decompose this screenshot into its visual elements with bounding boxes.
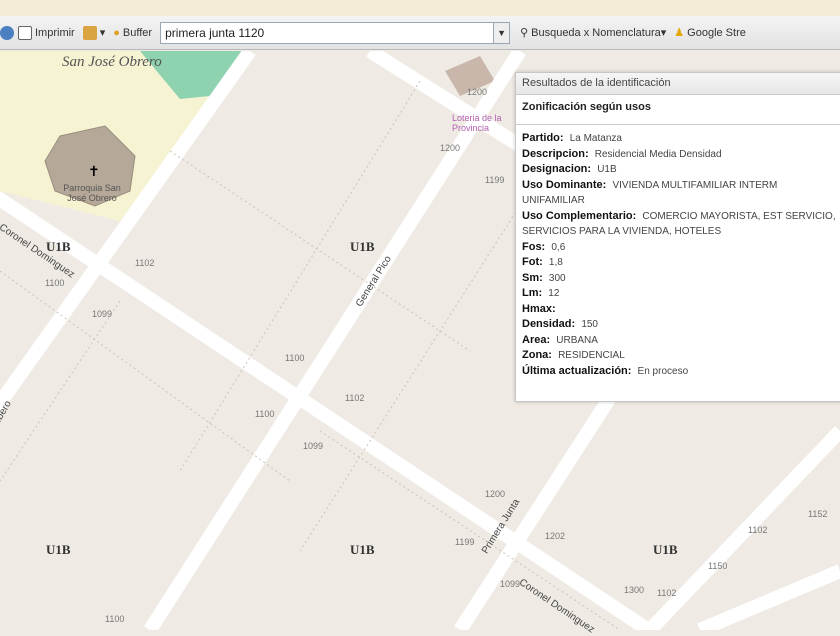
field-key: Area:: [522, 333, 551, 346]
popup-field-row: Partido: La Matanza: [522, 131, 838, 147]
popup-field-row: Zona: RESIDENCIAL: [522, 348, 838, 364]
binoculars-icon: ⚲: [520, 27, 529, 39]
popup-field-row: Fot: 1,8: [522, 255, 838, 271]
house-number: 1099: [92, 309, 113, 319]
poi-label: Loteria de la Provincia: [452, 113, 502, 133]
zone-label: U1B: [350, 542, 375, 557]
streetview-label: Google Stre: [687, 26, 746, 39]
church-label: Parroquia San José Obrero: [63, 183, 121, 203]
field-value: 12: [548, 288, 560, 299]
pegman-icon: ♟: [674, 27, 685, 39]
house-number: 1100: [45, 278, 65, 288]
house-number: 1102: [748, 525, 768, 535]
popup-field-row: Descripcion: Residencial Media Densidad: [522, 147, 838, 163]
house-number: 1099: [500, 579, 521, 589]
field-key: Última actualización:: [522, 364, 632, 377]
field-key: Zona:: [522, 349, 552, 361]
field-key: Densidad:: [522, 318, 576, 330]
house-number: 1100: [105, 614, 125, 624]
field-key: Uso Dominante:: [522, 178, 607, 191]
popup-field-row: Uso Complementario: COMERCIO MAYORISTA, …: [522, 209, 838, 240]
printer-icon: [18, 25, 32, 40]
identify-icon[interactable]: [0, 25, 14, 40]
house-number: 1200: [485, 489, 506, 499]
field-key: Designacion:: [522, 163, 592, 175]
popup-field-row: Lm: 12: [522, 286, 838, 302]
print-label: Imprimir: [35, 26, 75, 39]
field-value: La Matanza: [569, 133, 622, 144]
zone-label: U1B: [653, 542, 678, 557]
search-nomenclature-button[interactable]: ⚲ Busqueda x Nomenclatura▾: [520, 26, 666, 39]
tools-icon: [82, 25, 97, 40]
popup-body: Partido: La Matanza Descripcion: Residenc…: [516, 125, 840, 385]
house-number: 1099: [303, 441, 324, 451]
field-key: Lm:: [522, 287, 543, 299]
buffer-dropdown-button[interactable]: ▼: [494, 21, 511, 44]
print-button[interactable]: Imprimir: [18, 25, 75, 40]
house-number: 1100: [255, 409, 275, 419]
streetview-button[interactable]: ♟ Google Stre: [674, 26, 746, 40]
buffer-icon: ●: [113, 26, 120, 39]
field-value: Residencial Media Densidad: [594, 148, 722, 160]
field-value: RESIDENCIAL: [558, 350, 625, 361]
popup-field-row: Uso Dominante: VIVIENDA MULTIFAMILIAR IN…: [522, 178, 838, 209]
house-number: 1150: [708, 561, 728, 571]
popup-field-row: Area: URBANA: [522, 333, 838, 349]
popup-field-row: Designacion: U1B: [522, 162, 838, 178]
house-number: 1199: [455, 537, 475, 547]
zone-label: U1B: [46, 542, 71, 557]
cross-icon: ✝: [88, 163, 100, 179]
popup-field-row: Densidad: 150: [522, 317, 838, 333]
house-number: 1102: [345, 393, 365, 403]
field-key: Descripcion:: [522, 147, 589, 160]
field-value: 300: [548, 272, 566, 284]
identify-results-popup: Resultados de la identificación Zonifica…: [515, 72, 840, 402]
house-number: 1102: [135, 258, 155, 268]
popup-field-row: Última actualización: En proceso: [522, 364, 838, 380]
field-key: Partido:: [522, 132, 564, 144]
zone-label: U1B: [350, 239, 375, 254]
field-value: URBANA: [556, 334, 598, 346]
field-key: Uso Complementario:: [522, 209, 637, 222]
field-value: U1B: [597, 164, 617, 175]
buffer-input[interactable]: [160, 21, 495, 44]
popup-field-row: Fos: 0,6: [522, 240, 838, 256]
buffer-button[interactable]: ● Buffer: [113, 27, 152, 39]
popup-subtitle: Zonificación según usos: [516, 95, 840, 125]
field-key: Fos:: [522, 240, 546, 253]
field-value: 0,6: [551, 241, 566, 253]
top-strip: [0, 0, 840, 16]
popup-title: Resultados de la identificación: [516, 73, 840, 95]
house-number: 1200: [440, 143, 461, 153]
chevron-down-icon: ▾: [99, 27, 106, 39]
field-value: En proceso: [637, 365, 689, 377]
house-number: 1152: [808, 509, 828, 519]
buffer-label: Buffer: [122, 26, 153, 39]
house-number: 1200: [467, 87, 488, 97]
field-value: 150: [581, 319, 598, 330]
house-number: 1100: [285, 353, 305, 363]
house-number: 1202: [545, 531, 566, 541]
popup-field-row: Sm: 300: [522, 271, 838, 287]
search-label: Busqueda x Nomenclatura▾: [531, 27, 667, 39]
place-label: San José Obrero: [62, 54, 162, 70]
tools-dropdown[interactable]: ▾: [82, 25, 106, 40]
popup-field-row: Hmax:: [522, 302, 838, 318]
field-key: Hmax:: [522, 302, 556, 315]
house-number: 1199: [485, 175, 505, 185]
house-number: 1300: [624, 585, 645, 595]
house-number: 1102: [657, 588, 677, 598]
field-key: Sm:: [522, 271, 543, 284]
toolbar: Imprimir ▾ ●Buffer ▼ ⚲Busqueda x Nomencl…: [0, 16, 840, 50]
field-value: 1,8: [548, 257, 563, 268]
field-key: Fot:: [522, 256, 543, 268]
